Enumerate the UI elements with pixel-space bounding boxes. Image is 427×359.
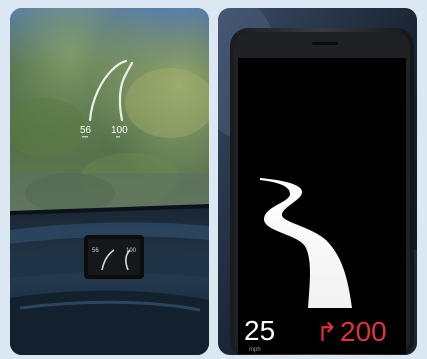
phone-on-dashboard: 56 100 <box>84 235 144 279</box>
phone-hud-photo: 25 mph ↱ 200 <box>218 8 417 355</box>
distance-to-turn: 200 <box>340 316 387 347</box>
phone-speed-value: 56 <box>92 248 99 254</box>
hud-speed-value: 56 <box>80 125 92 136</box>
windshield-scene: 56 100 56 100 <box>10 8 209 355</box>
hud-comparison-image: 56 100 56 100 25 mph ↱ 200 <box>0 0 427 359</box>
phone-distance-value: 100 <box>126 248 137 254</box>
smartphone: 25 mph ↱ 200 <box>230 28 414 355</box>
speed-unit: mph <box>249 347 261 353</box>
speaker-grille <box>312 42 338 45</box>
hud-distance-value: 100 <box>111 125 128 136</box>
windshield-hud-photo: 56 100 56 100 <box>10 8 209 355</box>
phone-scene: 25 mph ↱ 200 <box>218 8 417 355</box>
phone-screen <box>238 58 406 354</box>
current-speed: 25 <box>244 315 275 346</box>
turn-arrow-icon: ↱ <box>316 317 338 347</box>
